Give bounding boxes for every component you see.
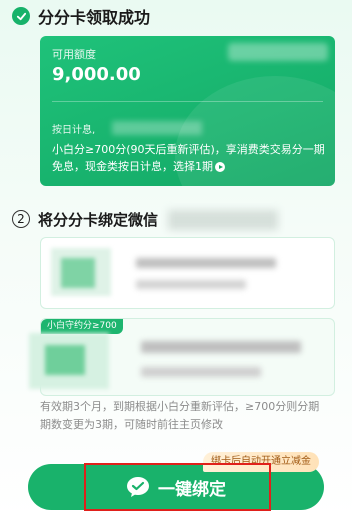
redacted-header: [168, 210, 278, 230]
option-tag: 小白守约分≥700: [41, 319, 123, 334]
step-number-badge: 2: [12, 210, 30, 228]
card-description[interactable]: 小白分≥700分(90天后重新评估)，享消费类交易分一期免息，现金类按日计息，选…: [52, 141, 327, 175]
interest-label: 按日计息,: [52, 125, 96, 136]
promo-badge: 绑卡后自动开通立减金: [203, 452, 319, 472]
step1-title: 分分卡领取成功: [38, 8, 151, 27]
redacted-text: [136, 258, 276, 268]
step2-title: 将分分卡绑定微信: [38, 210, 159, 229]
step2-header: 2 将分分卡绑定微信: [12, 208, 158, 230]
redacted-interest: [112, 121, 202, 135]
validity-note: 有效期3个月，到期根据小白分重新评估，≥700分则分期期数变更为3期，可随时前往…: [40, 400, 320, 431]
play-circle-icon[interactable]: [215, 162, 225, 172]
credit-card: 可用额度 9,000.00 按日计息, 小白分≥700分(90天后重新评估)，享…: [40, 36, 335, 186]
credit-limit-amount: 9,000.00: [52, 64, 141, 85]
credit-limit-label: 可用额度: [52, 48, 96, 61]
card-divider: [52, 101, 323, 102]
redacted-text: [141, 367, 261, 377]
wechat-icon: [127, 477, 149, 497]
pixelated-block: [45, 345, 85, 375]
bind-button-label: 一键绑定: [158, 479, 226, 500]
step1-header: 分分卡领取成功: [12, 4, 150, 28]
installment-option-2[interactable]: 小白守约分≥700: [29, 318, 335, 396]
check-circle-icon: [12, 7, 30, 25]
card-description-text: 小白分≥700分(90天后重新评估)，享消费类交易分一期免息，现金类按日计息，选…: [52, 143, 325, 173]
redacted-text: [141, 341, 301, 353]
redacted-info: [228, 43, 328, 61]
pixelated-block: [61, 258, 95, 288]
installment-option-1[interactable]: [40, 237, 335, 309]
redacted-text: [136, 280, 246, 289]
